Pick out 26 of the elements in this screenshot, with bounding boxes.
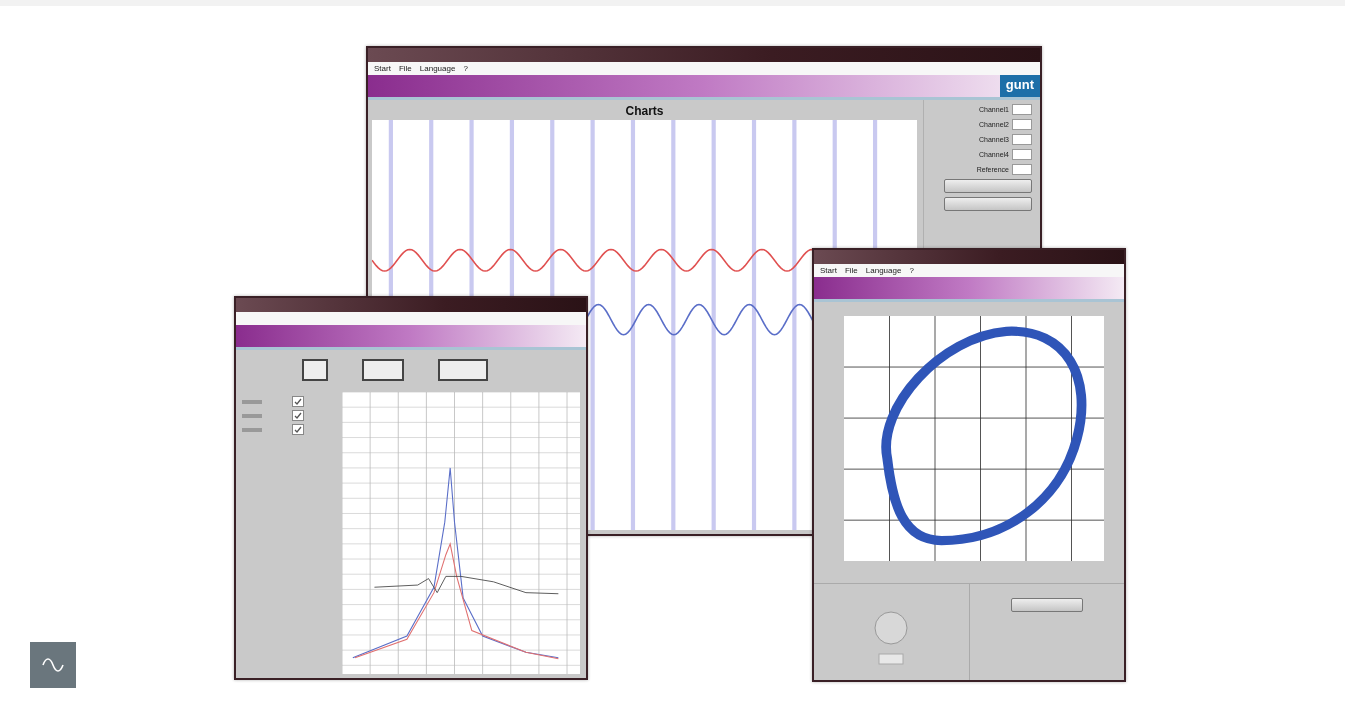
input-field[interactable] xyxy=(1012,119,1032,130)
checkbox[interactable] xyxy=(292,410,304,421)
push-button[interactable] xyxy=(1010,598,1083,612)
logo: gunt xyxy=(999,75,1040,97)
push-button[interactable] xyxy=(944,197,1032,211)
menu-item[interactable]: Start xyxy=(820,266,837,275)
checkbox[interactable] xyxy=(292,396,304,407)
menu-item[interactable]: File xyxy=(844,266,858,275)
input-field[interactable] xyxy=(1012,164,1032,175)
toolbar-button[interactable] xyxy=(362,359,404,381)
menu-item[interactable]: Language xyxy=(865,266,902,275)
checkbox[interactable] xyxy=(292,424,304,435)
menu-item[interactable]: Start xyxy=(374,64,391,73)
input-field[interactable] xyxy=(1012,104,1032,115)
menu-item[interactable]: ? xyxy=(463,64,468,73)
push-button[interactable] xyxy=(944,179,1032,193)
toolbar-button[interactable] xyxy=(438,359,488,381)
menu-item[interactable]: ? xyxy=(909,266,914,275)
menu-item[interactable]: File xyxy=(398,64,412,73)
menu-item[interactable]: Language xyxy=(419,64,456,73)
sine-wave-icon xyxy=(42,658,64,672)
wave-button[interactable] xyxy=(30,642,76,688)
input-field[interactable] xyxy=(1012,134,1032,145)
input-field[interactable] xyxy=(1012,149,1032,160)
toolbar-button[interactable] xyxy=(302,359,328,381)
chart-title: Charts xyxy=(624,103,665,120)
